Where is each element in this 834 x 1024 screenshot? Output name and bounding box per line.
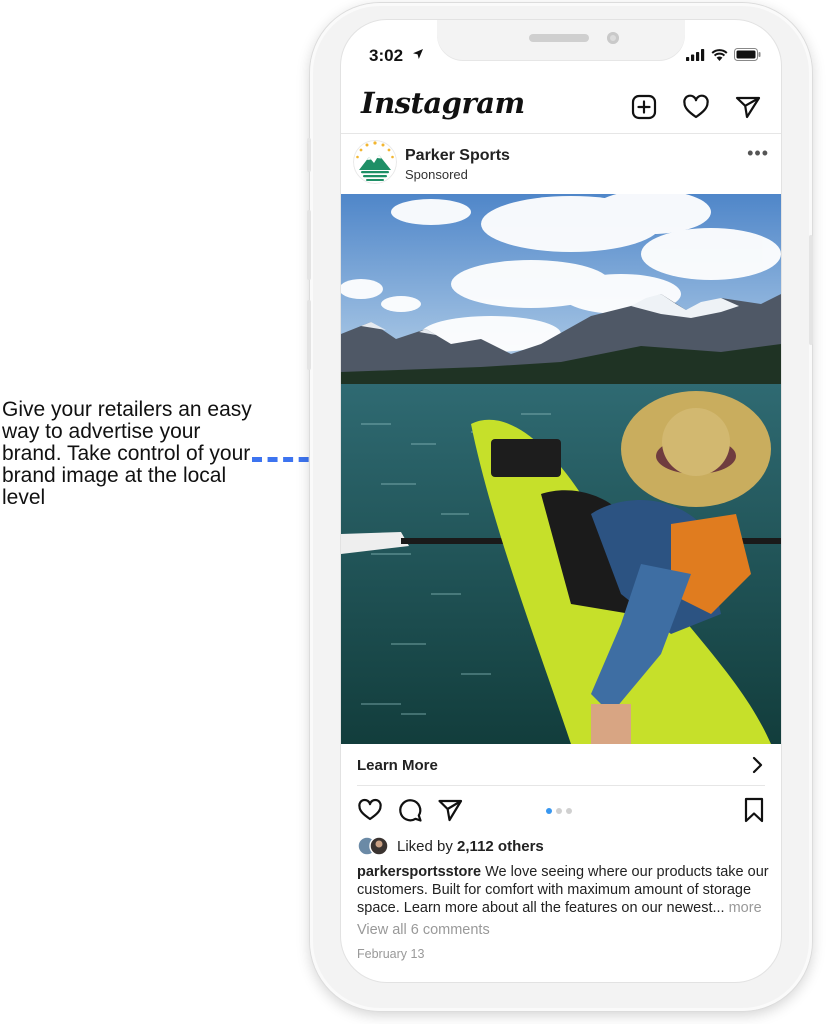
likes-prefix: Liked by xyxy=(397,838,453,855)
header-divider xyxy=(341,133,781,134)
post-caption: parkersportsstore We love seeing where o… xyxy=(357,863,772,917)
phone-side-button xyxy=(307,138,311,172)
comment-icon[interactable] xyxy=(397,797,423,823)
view-comments-link[interactable]: View all 6 comments xyxy=(357,922,490,938)
post-actions xyxy=(357,797,463,823)
carousel-dot xyxy=(566,808,572,814)
wifi-icon xyxy=(711,48,728,61)
carousel-dot xyxy=(556,808,562,814)
callout-text: Give your retailers an easy way to adver… xyxy=(2,398,252,509)
phone-notch xyxy=(437,20,685,60)
caption-handle[interactable]: parkersportsstore xyxy=(357,864,481,880)
like-icon[interactable] xyxy=(357,797,383,823)
phone-power-button xyxy=(809,235,813,345)
likes-summary[interactable]: Liked by 2,112 others xyxy=(397,838,544,855)
bookmark-icon[interactable] xyxy=(743,797,765,823)
heart-icon[interactable] xyxy=(681,92,711,122)
more-options-icon[interactable]: ••• xyxy=(747,143,769,164)
new-post-icon[interactable] xyxy=(629,92,659,122)
direct-message-icon[interactable] xyxy=(733,92,763,122)
learn-more-button[interactable]: Learn More xyxy=(357,757,438,774)
post-date: February 13 xyxy=(357,947,425,961)
chevron-right-icon[interactable] xyxy=(751,756,763,774)
phone-screen: 3:02 Instagram Parker Sports Sponsored •… xyxy=(341,20,781,982)
account-avatar[interactable] xyxy=(353,140,397,184)
location-arrow-icon xyxy=(413,49,423,59)
header-actions xyxy=(629,92,763,122)
likes-count[interactable]: 2,112 others xyxy=(457,838,544,855)
cta-divider xyxy=(357,785,765,786)
phone-volume-down-button xyxy=(307,300,311,370)
front-camera xyxy=(607,32,619,44)
share-icon[interactable] xyxy=(437,797,463,823)
status-time: 3:02 xyxy=(369,46,404,65)
speaker-grille xyxy=(529,34,589,42)
battery-icon xyxy=(734,48,761,61)
signal-icon xyxy=(686,48,705,61)
status-icons xyxy=(686,48,761,61)
caption-more-link[interactable]: more xyxy=(725,900,762,916)
post-image[interactable] xyxy=(341,194,781,744)
account-name[interactable]: Parker Sports xyxy=(405,147,510,165)
liker-avatars[interactable] xyxy=(357,836,393,856)
carousel-indicator xyxy=(546,808,572,814)
app-logo[interactable]: Instagram xyxy=(361,86,525,120)
phone-volume-up-button xyxy=(307,210,311,280)
sponsored-label: Sponsored xyxy=(405,167,468,182)
carousel-dot-active xyxy=(546,808,552,814)
